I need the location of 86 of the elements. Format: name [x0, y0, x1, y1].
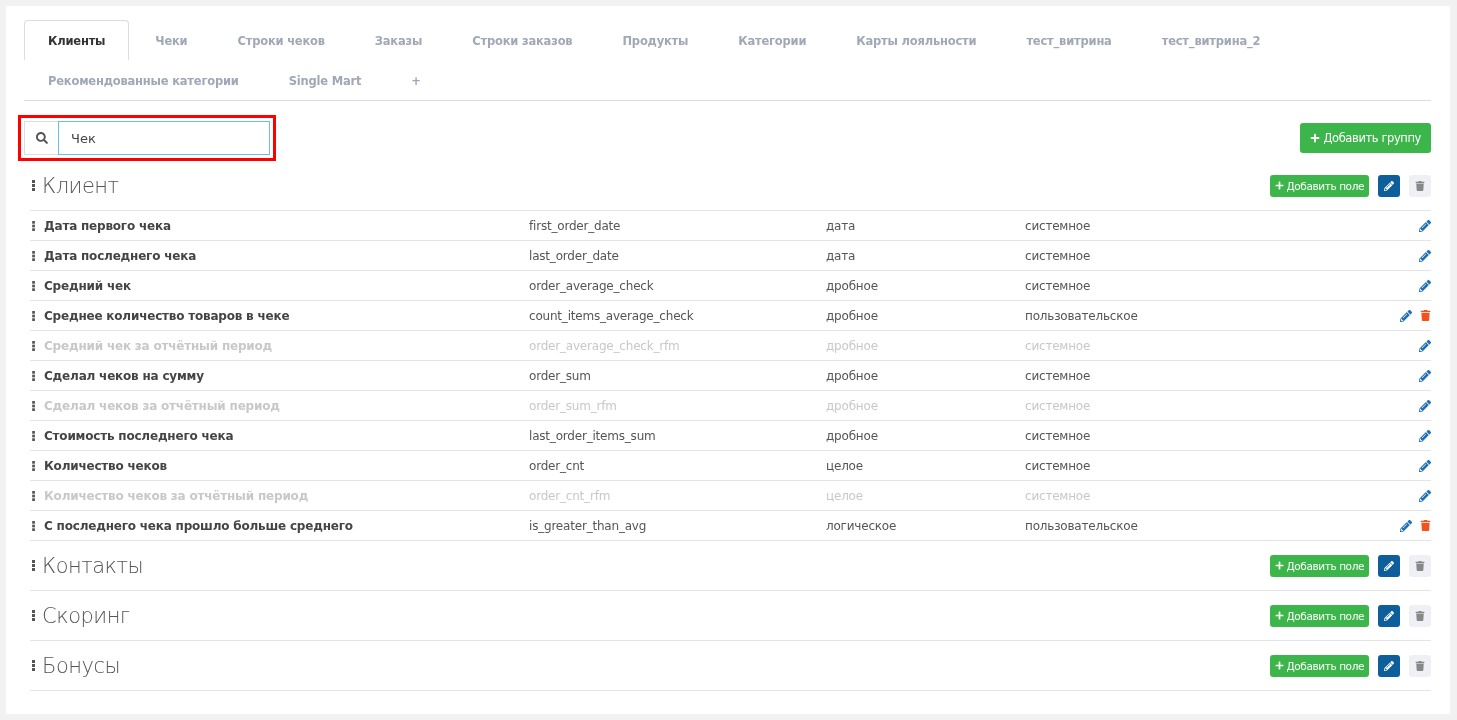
drag-handle-icon[interactable]	[32, 310, 36, 321]
field-code: order_sum	[529, 368, 592, 383]
delete-button[interactable]	[1409, 174, 1431, 197]
edit-button[interactable]	[1378, 554, 1400, 577]
field-code: order_cnt	[529, 458, 586, 473]
field-type: дата	[826, 218, 857, 233]
edit-icon[interactable]	[1419, 279, 1431, 292]
group-title: Клиент	[42, 173, 120, 198]
edit-icon[interactable]	[1419, 219, 1431, 232]
add-field-button[interactable]: Добавить поле	[1269, 174, 1369, 197]
field-name: Дата последнего чека	[44, 248, 198, 263]
field-name: Стоимость последнего чека	[44, 428, 235, 443]
delete-button[interactable]	[1409, 554, 1431, 577]
edit-icon[interactable]	[1419, 459, 1431, 472]
edit-icon[interactable]	[1419, 429, 1431, 442]
field-origin: системное	[1025, 368, 1092, 383]
field-origin: системное	[1025, 248, 1092, 263]
trash-icon	[1415, 560, 1425, 571]
delete-icon[interactable]	[1420, 519, 1431, 532]
plus-icon	[1274, 181, 1284, 190]
field-name: С последнего чека прошло больше среднего	[44, 518, 354, 533]
pencil-icon	[1384, 660, 1394, 671]
plus-icon	[1274, 561, 1284, 570]
edit-button[interactable]	[1378, 174, 1400, 197]
pencil-icon	[1384, 610, 1394, 621]
trash-icon	[1415, 660, 1425, 671]
edit-icon[interactable]	[1400, 519, 1412, 532]
drag-handle-icon[interactable]	[32, 560, 36, 571]
field-origin: системное	[1025, 428, 1092, 443]
edit-button[interactable]	[1378, 654, 1400, 677]
drag-handle-icon[interactable]	[32, 460, 36, 471]
trash-icon	[1415, 610, 1425, 621]
delete-button[interactable]	[1409, 654, 1431, 677]
field-origin: системное	[1025, 278, 1092, 293]
add-group-button[interactable]: Добавить группу	[1300, 123, 1431, 153]
delete-icon[interactable]	[1420, 309, 1431, 322]
drag-handle-icon[interactable]	[32, 250, 36, 261]
drag-handle-icon[interactable]	[32, 430, 36, 441]
drag-handle-icon[interactable]	[32, 180, 36, 191]
field-name: Дата первого чека	[44, 218, 172, 233]
field-type: целое	[826, 458, 864, 473]
drag-handle-icon[interactable]	[32, 660, 36, 671]
add-field-button[interactable]: Добавить поле	[1269, 604, 1369, 627]
pencil-icon	[1384, 560, 1394, 571]
field-origin: системное	[1025, 218, 1092, 233]
drag-handle-icon[interactable]	[32, 520, 36, 531]
plus-icon	[1274, 661, 1284, 670]
pencil-icon	[1384, 180, 1394, 191]
field-origin: пользовательское	[1025, 308, 1139, 323]
tab[interactable]: Клиенты	[24, 20, 130, 60]
field-type: дробное	[826, 308, 879, 323]
drag-handle-icon[interactable]	[32, 370, 36, 381]
edit-icon[interactable]	[1400, 309, 1412, 322]
trash-icon	[1415, 180, 1425, 191]
group-title: Контакты	[42, 553, 145, 578]
field-name: Количество чеков	[44, 458, 168, 473]
edit-icon[interactable]	[1419, 249, 1431, 262]
drag-handle-icon[interactable]	[32, 610, 36, 621]
field-origin: системное	[1025, 458, 1092, 473]
field-code: last_order_date	[529, 248, 620, 263]
drag-handle-icon[interactable]	[32, 280, 36, 291]
field-code: order_average_check	[529, 278, 655, 293]
edit-icon[interactable]	[1419, 369, 1431, 382]
field-code: is_greater_than_avg	[529, 518, 648, 533]
field-code: first_order_date	[529, 218, 622, 233]
field-origin: пользовательское	[1025, 518, 1139, 533]
plus-icon	[1274, 611, 1284, 620]
edit-button[interactable]	[1378, 604, 1400, 627]
plus-icon	[1310, 133, 1321, 143]
field-code: count_items_average_check	[529, 308, 695, 323]
group-title: Бонусы	[42, 653, 122, 678]
group-title: Скоринг	[42, 603, 131, 628]
field-type: дробное	[826, 368, 879, 383]
delete-button[interactable]	[1409, 604, 1431, 627]
search-field[interactable]: Чек	[58, 121, 270, 155]
add-field-button[interactable]: Добавить поле	[1269, 554, 1369, 577]
field-name: Средний чек	[44, 278, 132, 293]
field-name: Среднее количество товаров в чеке	[44, 308, 291, 323]
field-type: логическое	[826, 518, 898, 533]
field-type: дата	[826, 248, 857, 263]
field-type: дробное	[826, 278, 879, 293]
drag-handle-icon[interactable]	[32, 220, 36, 231]
field-name: Сделал чеков на сумму	[44, 368, 205, 383]
add-field-button[interactable]: Добавить поле	[1269, 654, 1369, 677]
field-code: last_order_items_sum	[529, 428, 657, 443]
field-type: дробное	[826, 428, 879, 443]
